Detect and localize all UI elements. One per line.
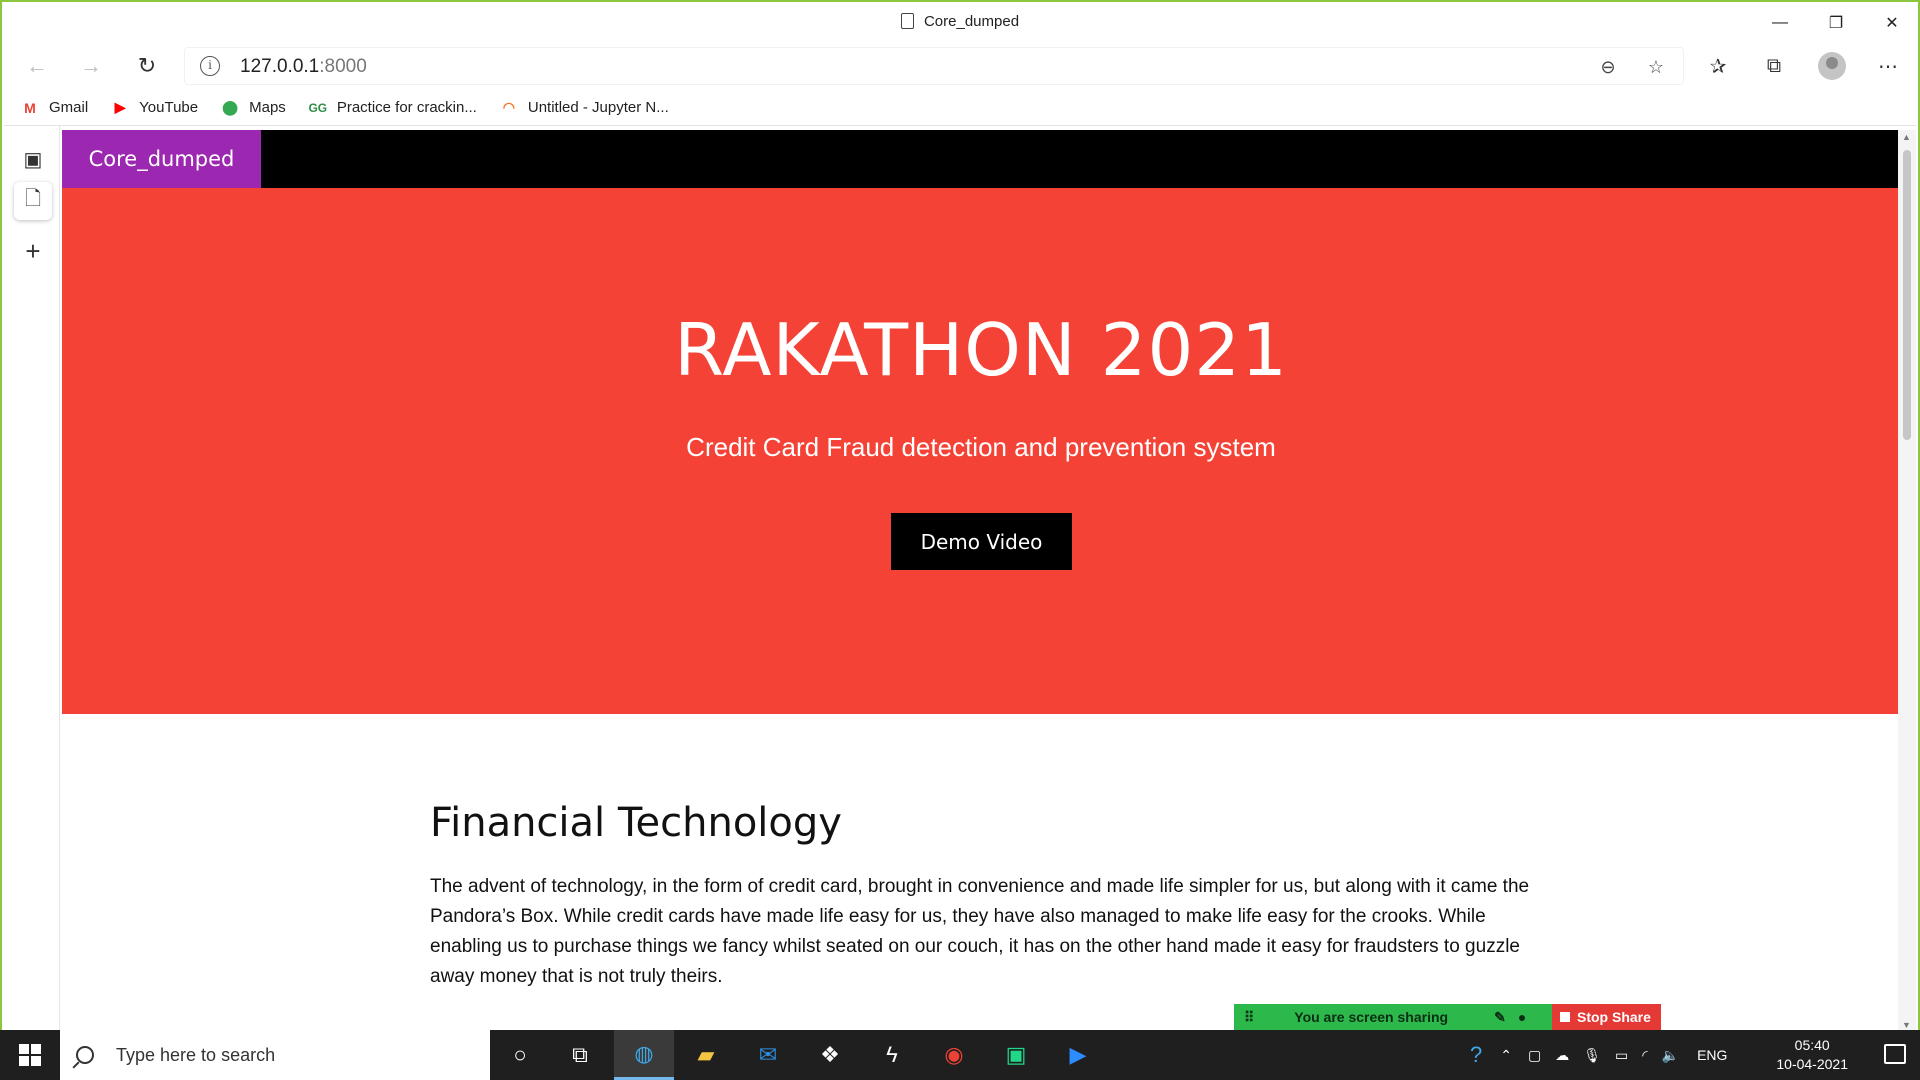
profile-button[interactable] bbox=[1814, 50, 1850, 82]
sublime-icon[interactable]: ϟ bbox=[862, 1030, 922, 1080]
maps-icon: ⬤ bbox=[222, 99, 238, 115]
browser-window: Core_dumped — ❐ ✕ ← → ↻ i 127.0.0.1:8000… bbox=[0, 0, 1920, 1032]
favorite-geeksforgeeks[interactable]: GG Practice for crackin... bbox=[308, 99, 477, 116]
clock-time: 05:40 bbox=[1794, 1037, 1830, 1053]
section-title: Financial Technology bbox=[430, 800, 842, 846]
taskbar: Type here to search ○ ⧉ ◍ ▰ ✉ ❖ ϟ ◉ ▣ ▶ … bbox=[0, 1030, 1920, 1080]
dropbox-icon[interactable]: ❖ bbox=[800, 1030, 860, 1080]
shield-icon: ● bbox=[1517, 1009, 1527, 1025]
new-tab-icon[interactable]: + bbox=[14, 232, 52, 270]
pycharm-icon[interactable]: ▣ bbox=[986, 1030, 1046, 1080]
windows-icon bbox=[19, 1044, 41, 1066]
clock[interactable]: 05:40 10-04-2021 bbox=[1776, 1036, 1848, 1074]
back-button[interactable]: ← bbox=[20, 50, 54, 82]
start-button[interactable] bbox=[0, 1030, 60, 1080]
more-menu-icon[interactable]: ⋯ bbox=[1870, 50, 1906, 82]
favorites-icon[interactable]: ✰ bbox=[1700, 50, 1736, 82]
battery-icon[interactable]: ▭ bbox=[1615, 1047, 1628, 1064]
tab-actions-icon[interactable]: ▣ bbox=[14, 140, 52, 178]
onedrive-icon[interactable]: ☁ bbox=[1555, 1047, 1569, 1064]
file-explorer-icon[interactable]: ▰ bbox=[676, 1030, 736, 1080]
address-bar[interactable]: i 127.0.0.1:8000 ⊖ ☆ bbox=[184, 47, 1684, 85]
scrollbar-thumb[interactable] bbox=[1903, 150, 1911, 440]
hero-subtitle: Credit Card Fraud detection and preventi… bbox=[686, 432, 1276, 462]
share-handle-icon[interactable]: ⠿ bbox=[1244, 1009, 1254, 1026]
search-icon bbox=[76, 1046, 94, 1064]
hero-title: RAKATHON 2021 bbox=[674, 308, 1288, 392]
scroll-up-icon[interactable]: ▲ bbox=[1902, 132, 1911, 142]
microphone-icon[interactable]: 🎙 bbox=[1583, 1047, 1601, 1064]
favorite-jupyter[interactable]: ◠ Untitled - Jupyter N... bbox=[499, 99, 669, 116]
minimize-button[interactable]: — bbox=[1752, 8, 1808, 38]
screen-share-status: ⠿ You are screen sharing ✎ ● bbox=[1234, 1004, 1552, 1030]
favorite-label: Gmail bbox=[49, 99, 89, 116]
youtube-icon: ▶ bbox=[114, 99, 126, 115]
help-icon[interactable]: ? bbox=[1470, 1042, 1482, 1068]
hero-section: RAKATHON 2021 Credit Card Fraud detectio… bbox=[62, 188, 1900, 714]
jupyter-icon: ◠ bbox=[502, 99, 515, 115]
system-tray: ? ⌃ ▢ ☁ 🎙 ▭ ◜ 🔈 ENG bbox=[1470, 1030, 1727, 1080]
site-brand[interactable]: Core_dumped bbox=[62, 130, 261, 188]
cortana-icon[interactable]: ○ bbox=[490, 1030, 550, 1080]
page-viewport: Core_dumped RAKATHON 2021 Credit Card Fr… bbox=[62, 130, 1900, 1032]
favorite-label: Untitled - Jupyter N... bbox=[527, 99, 669, 116]
content-section: Financial Technology The advent of techn… bbox=[430, 800, 1530, 992]
site-info-icon[interactable]: i bbox=[200, 56, 220, 76]
avatar bbox=[1818, 52, 1846, 80]
zoom-app-icon[interactable]: ▶ bbox=[1048, 1030, 1108, 1080]
favorite-gmail[interactable]: M Gmail bbox=[20, 99, 88, 116]
stop-share-button[interactable]: Stop Share bbox=[1552, 1004, 1661, 1030]
vertical-tabs-sidebar: ▣ 🗋 + bbox=[4, 126, 60, 1032]
screen-share-text: You are screen sharing bbox=[1294, 1009, 1449, 1025]
chrome-icon[interactable]: ◉ bbox=[924, 1030, 984, 1080]
collections-icon[interactable]: ⧉ bbox=[1756, 50, 1792, 82]
forward-button[interactable]: → bbox=[74, 50, 108, 82]
section-body: The advent of technology, in the form of… bbox=[430, 876, 1530, 987]
browser-toolbar: ← → ↻ i 127.0.0.1:8000 ⊖ ☆ ✰ ⧉ ⋯ bbox=[4, 42, 1916, 90]
window-title: Core_dumped bbox=[4, 13, 1916, 30]
favorite-youtube[interactable]: ▶ YouTube bbox=[110, 99, 198, 116]
task-view-icon[interactable]: ⧉ bbox=[550, 1030, 610, 1080]
gmail-icon: M bbox=[24, 99, 36, 116]
mail-icon[interactable]: ✉ bbox=[738, 1030, 798, 1080]
window-title-text: Core_dumped bbox=[923, 13, 1020, 30]
screen-share-bar: ⠿ You are screen sharing ✎ ● Stop Share bbox=[1234, 1004, 1661, 1030]
site-navbar: Core_dumped bbox=[62, 130, 1900, 188]
volume-icon[interactable]: 🔈 bbox=[1662, 1047, 1679, 1064]
refresh-button[interactable]: ↻ bbox=[130, 50, 164, 82]
wifi-icon[interactable]: ◜ bbox=[1642, 1047, 1647, 1064]
url-host: 127.0.0.1 bbox=[240, 56, 320, 77]
favorite-label: YouTube bbox=[139, 99, 199, 116]
vertical-scrollbar[interactable]: ▲ ▼ bbox=[1898, 130, 1916, 1032]
add-favorite-icon[interactable]: ☆ bbox=[1642, 55, 1670, 79]
demo-video-button[interactable]: Demo Video bbox=[891, 513, 1072, 570]
title-bar: Core_dumped — ❐ ✕ bbox=[4, 4, 1916, 42]
favorites-bar: M Gmail ▶ YouTube ⬤ Maps GG Practice for cra… bbox=[4, 90, 1916, 126]
search-placeholder: Type here to search bbox=[116, 1044, 276, 1065]
chevron-up-icon[interactable]: ⌃ bbox=[1500, 1047, 1512, 1064]
scroll-down-icon[interactable]: ▼ bbox=[1902, 1020, 1911, 1030]
restore-button[interactable]: ❐ bbox=[1808, 8, 1864, 38]
stop-icon bbox=[1560, 1012, 1570, 1022]
zoom-icon[interactable]: ⊖ bbox=[1594, 55, 1622, 79]
geeksforgeeks-icon: GG bbox=[308, 100, 328, 115]
taskbar-search[interactable]: Type here to search bbox=[60, 1030, 490, 1080]
url-port: :8000 bbox=[319, 56, 367, 77]
mute-icon[interactable]: ✎ bbox=[1494, 1009, 1506, 1026]
favorite-label: Maps bbox=[249, 99, 286, 116]
page-icon bbox=[900, 13, 914, 29]
active-tab-icon[interactable]: 🗋 bbox=[14, 182, 52, 220]
stop-share-label: Stop Share bbox=[1577, 1009, 1651, 1025]
meet-now-icon[interactable]: ▢ bbox=[1528, 1047, 1541, 1064]
close-button[interactable]: ✕ bbox=[1864, 8, 1920, 38]
favorite-label: Practice for crackin... bbox=[336, 99, 477, 116]
favorite-maps[interactable]: ⬤ Maps bbox=[220, 99, 286, 116]
notifications-icon[interactable] bbox=[1884, 1044, 1906, 1064]
edge-icon[interactable]: ◍ bbox=[614, 1030, 674, 1080]
clock-date: 10-04-2021 bbox=[1776, 1056, 1848, 1072]
language-indicator[interactable]: ENG bbox=[1697, 1047, 1727, 1063]
url-text[interactable]: 127.0.0.1:8000 bbox=[240, 56, 367, 78]
